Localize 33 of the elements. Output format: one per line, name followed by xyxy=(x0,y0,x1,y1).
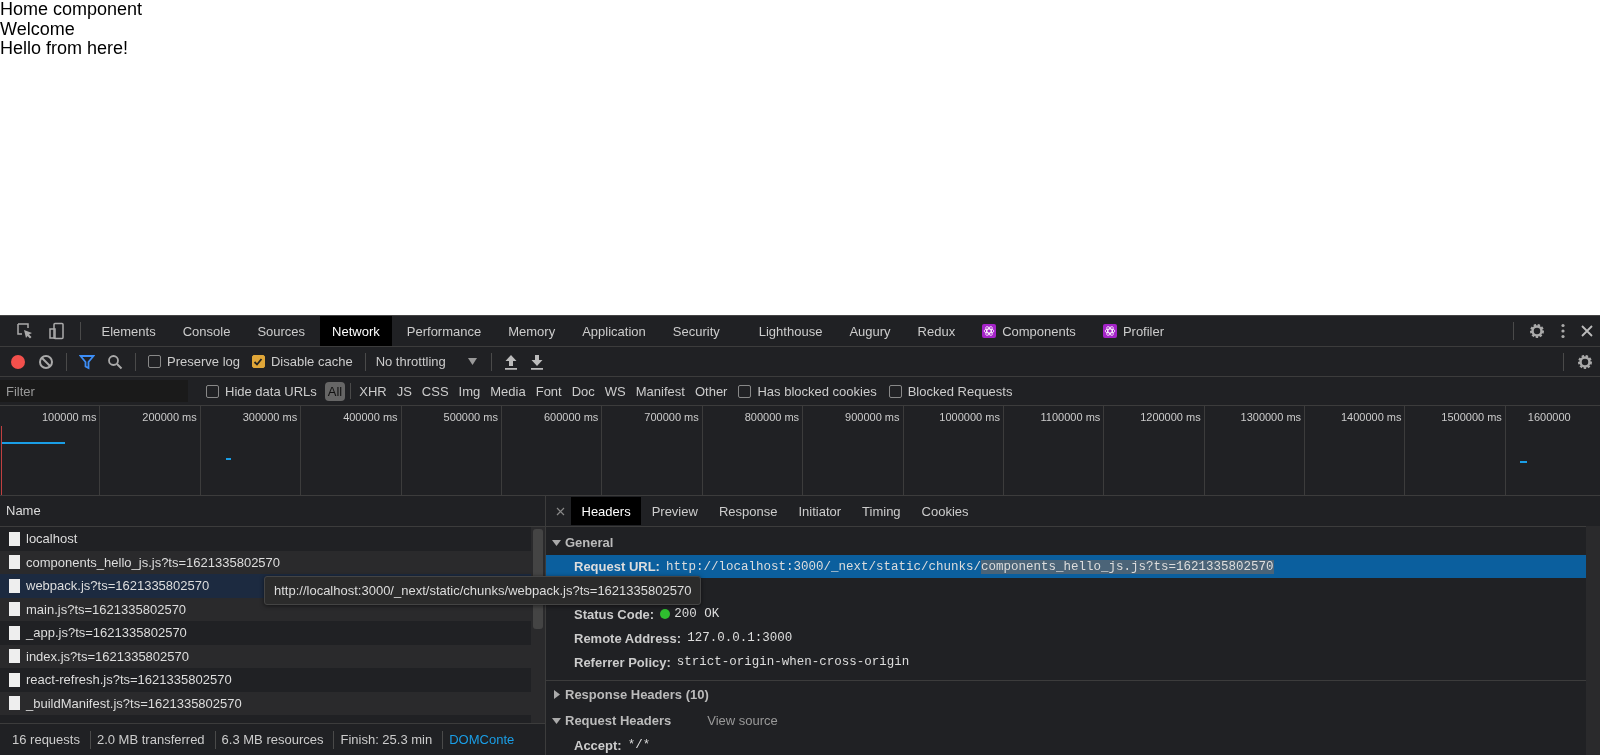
page-text: Welcome xyxy=(0,19,75,39)
timeline-tick-label: 1600000 xyxy=(1527,411,1571,423)
timeline-tick-label: 1000000 ms xyxy=(939,411,1000,423)
timeline-tick-label: 100000 ms xyxy=(41,411,97,423)
header-key: Status Code: xyxy=(574,606,655,622)
timeline-tick-label: 1300000 ms xyxy=(1240,411,1302,423)
status-text: 6.3 MB resources xyxy=(221,732,324,747)
timeline-tick-label: 600000 ms xyxy=(543,411,599,423)
timeline-tick-label: 500000 ms xyxy=(443,411,498,423)
status-text: 16 requests xyxy=(12,732,80,747)
header-value: */* xyxy=(627,738,651,752)
page-text: Hello from here! xyxy=(0,39,130,59)
header-value: strict-origin-when-cross-origin xyxy=(676,655,910,669)
timeline-tick-label: 800000 ms xyxy=(744,411,800,423)
timeline-tick-label: 1100000 ms xyxy=(1040,411,1101,423)
timeline-tick-label: 700000 ms xyxy=(644,411,699,423)
header-value: 200 OK xyxy=(674,607,720,621)
timeline-tick-label: 1400000 ms xyxy=(1340,411,1402,423)
status-text: Finish: 25.3 min xyxy=(340,732,433,747)
request-url-row: Request URL: http://localhost:3000/_next/static/chunks/components_hello_js.js?ts=1621335802570 xyxy=(546,555,1586,578)
timeline-tick-label: 1200000 ms xyxy=(1140,411,1201,423)
status-text: 2.0 MB transferred xyxy=(96,732,205,747)
timeline-tick-label: 300000 ms xyxy=(242,411,298,423)
timeline-tick-label: 400000 ms xyxy=(343,411,398,423)
timeline-tick-label: 900000 ms xyxy=(845,411,900,423)
page-text: Home component xyxy=(0,0,144,20)
header-key: Accept: xyxy=(574,737,622,753)
url-tooltip: http://localhost:3000/_next/static/chunks/webpack.js?ts=1621335802570 xyxy=(264,576,702,605)
header-key: Referrer Policy: xyxy=(574,654,671,670)
header-key: Remote Address: xyxy=(574,630,682,646)
timeline-tick-label: 1500000 ms xyxy=(1441,411,1502,423)
timeline-tick-label: 200000 ms xyxy=(142,411,197,423)
header-value: 127.0.0.1:3000 xyxy=(687,631,793,645)
